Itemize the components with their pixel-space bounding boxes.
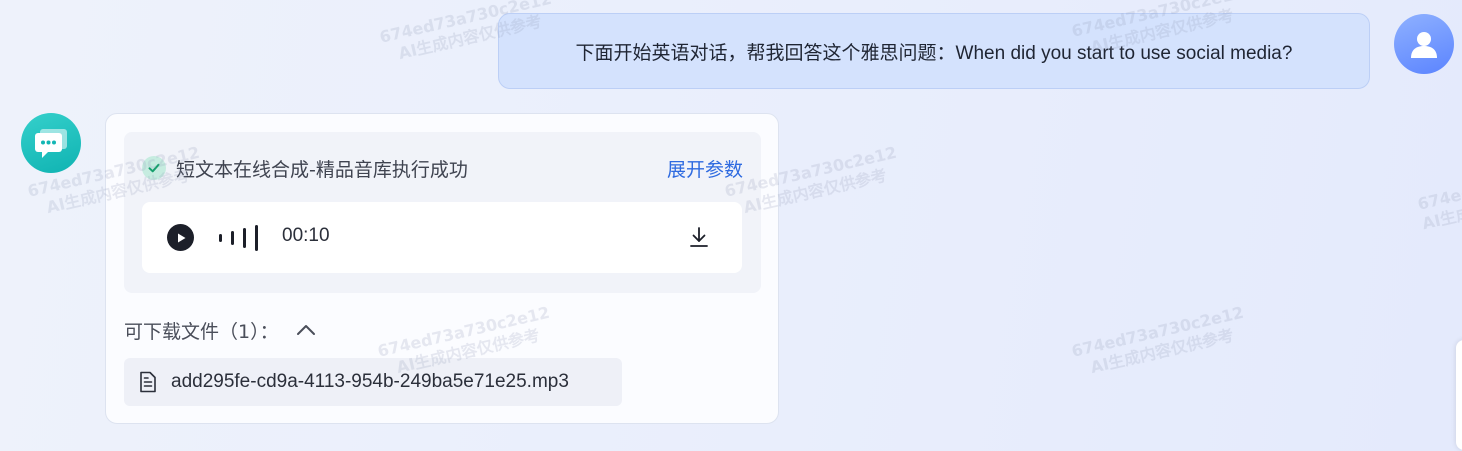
download-icon[interactable]: [688, 226, 710, 248]
check-icon: [142, 156, 166, 180]
file-item[interactable]: add295fe-cd9a-4113-954b-249ba5e71e25.mp3: [124, 358, 622, 406]
play-icon: [177, 233, 185, 242]
file-name: add295fe-cd9a-4113-954b-249ba5e71e25.mp3: [171, 371, 569, 392]
watermark-line: 674ed73a730c2e12: [1415, 155, 1462, 214]
status-row: 短文本在线合成-精品音库执行成功 展开参数: [142, 152, 743, 184]
waveform-icon: [219, 225, 258, 251]
user-message-text: 下面开始英语对话，帮我回答这个雅思问题：When did you start t…: [575, 42, 1293, 64]
tts-result-panel: 短文本在线合成-精品音库执行成功 展开参数 00:10: [124, 132, 761, 293]
watermark-line: 674ed73a730c2e12: [1069, 302, 1246, 361]
audio-time: 00:10: [282, 225, 330, 246]
side-panel-handle[interactable]: [1456, 340, 1462, 450]
watermark: 674ed73a730c2e12 AI生成内容仅供参考: [1070, 303, 1250, 382]
user-avatar[interactable]: [1394, 14, 1454, 74]
user-icon: [1411, 32, 1437, 58]
file-icon: [140, 371, 156, 393]
chat-bubble-icon: [35, 129, 67, 158]
status-text: 短文本在线合成-精品音库执行成功: [176, 158, 468, 181]
audio-player: 00:10: [142, 202, 742, 273]
bot-message-card: 短文本在线合成-精品音库执行成功 展开参数 00:10 可下载文件（1）： ad…: [105, 113, 779, 424]
downloadable-files-header: 可下载文件（1）：: [124, 316, 317, 344]
chevron-up-icon[interactable]: [295, 319, 317, 341]
watermark-line: AI生成内容仅供参考: [1088, 325, 1236, 377]
downloadable-files-label: 可下载文件（1）：: [124, 320, 279, 343]
user-message-bubble: 下面开始英语对话，帮我回答这个雅思问题：When did you start t…: [498, 13, 1370, 89]
play-button[interactable]: [167, 224, 194, 251]
watermark-line: AI生成内容仅供参考: [1420, 181, 1462, 234]
bot-avatar: [21, 113, 81, 173]
watermark: 674ed73a730c2e12 AI生成内容仅供参考: [1416, 156, 1462, 235]
expand-params-link[interactable]: 展开参数: [667, 155, 743, 182]
